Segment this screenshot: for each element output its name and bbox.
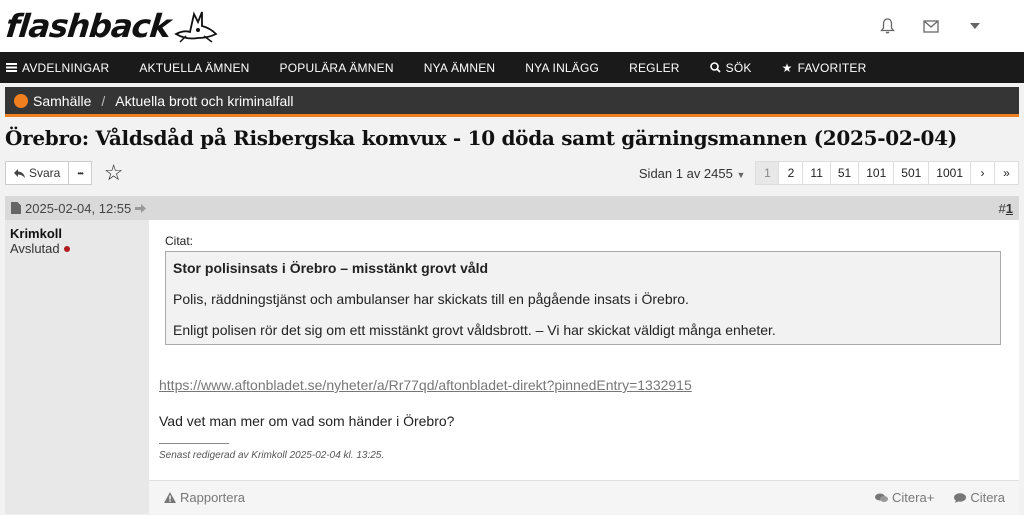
post-document-icon [11, 202, 21, 214]
post-date: 2025-02-04, 12:55 [25, 200, 132, 216]
report-label: Rapportera [180, 490, 246, 505]
nav-label: Populära ämnen [279, 60, 394, 75]
post-number: #1 [999, 201, 1013, 216]
next-page-button[interactable]: › [971, 161, 995, 185]
pagination: Sidan 1 av 2455 ▼ 1 2 11 51 101 501 1001… [639, 161, 1019, 185]
dropdown-caret-icon: ▼ [736, 169, 746, 180]
reply-label: Svara [29, 166, 61, 180]
site-logo[interactable]: flashback [4, 0, 218, 52]
nav-populara-amnen[interactable]: Populära ämnen [265, 52, 409, 83]
user-info-panel: Krimkoll Avslutad [5, 220, 149, 480]
nav-label: Nya inlägg [525, 60, 600, 75]
multi-quote-label: Citera+ [892, 490, 935, 505]
post-number-link[interactable]: 1 [1006, 201, 1013, 216]
notifications-bell-icon[interactable] [878, 17, 896, 35]
top-header: flashback [0, 0, 1024, 52]
logo-mascot-icon [174, 11, 218, 43]
reply-arrow-icon [14, 168, 25, 178]
external-link[interactable]: https://www.aftonbladet.se/nyheter/a/Rr7… [159, 377, 1007, 393]
post: 2025-02-04, 12:55 #1 Krimkoll Avslutad C… [5, 196, 1019, 514]
post-content: Citat: Stor polisinsats i Örebro – misst… [149, 220, 1019, 480]
quote-paragraph: Polis, räddningstjänst och ambulanser ha… [173, 291, 689, 307]
breadcrumb-forum[interactable]: Aktuella brott och kriminalfall [115, 93, 293, 109]
nav-label: Regler [629, 60, 680, 75]
nav-sok[interactable]: Sök [695, 52, 767, 83]
author-name[interactable]: Krimkoll [10, 226, 144, 241]
more-options-button[interactable]: ••• [69, 161, 92, 185]
comment-icon [954, 492, 967, 503]
page-link[interactable]: 1001 [929, 161, 971, 185]
account-dropdown-caret-icon[interactable] [966, 17, 984, 35]
page-link-current[interactable]: 1 [755, 161, 780, 185]
nav-avdelningar[interactable]: Avdelningar [6, 52, 124, 83]
quote-action-label: Citera [970, 490, 1005, 505]
breadcrumb-section[interactable]: Samhälle [33, 93, 91, 109]
quote-button[interactable]: Citera [954, 490, 1005, 505]
nav-label: Nya ämnen [423, 60, 496, 75]
star-icon: ★ [781, 60, 793, 75]
arrow-right-icon [135, 203, 147, 213]
logo-text: flashback [4, 7, 173, 45]
nav-label: Aktuella ämnen [139, 60, 250, 75]
quote-paragraph: Enligt polisen rör det sig om ett misstä… [173, 322, 776, 338]
nav-aktuella-amnen[interactable]: Aktuella ämnen [124, 52, 264, 83]
report-button[interactable]: Rapportera [164, 490, 245, 505]
warning-icon [164, 492, 176, 503]
thread-title: Örebro: Våldsdåd på Risbergska komvux - … [5, 126, 957, 150]
nav-label: Avdelningar [22, 60, 110, 75]
page-jump-dropdown[interactable]: Sidan 1 av 2455 ▼ [639, 166, 746, 181]
nav-nya-amnen[interactable]: Nya ämnen [409, 52, 511, 83]
thread-toolbar: Svara ••• ☆ Sidan 1 av 2455 ▼ 1 2 11 51 … [0, 158, 1024, 188]
divider [159, 443, 229, 444]
page-link[interactable]: 11 [803, 161, 831, 185]
multi-quote-button[interactable]: Citera+ [875, 490, 934, 505]
nav-label: Favoriter [797, 60, 867, 75]
author-status-text: Avslutad [10, 241, 60, 256]
favorite-star-icon[interactable]: ☆ [104, 162, 124, 184]
quote-label: Citat: [165, 234, 194, 248]
search-icon [709, 62, 721, 73]
comments-icon [875, 493, 889, 502]
page-link[interactable]: 51 [830, 161, 860, 185]
post-footer: Rapportera Citera+ Citera [149, 480, 1019, 514]
page-link[interactable]: 101 [859, 161, 895, 185]
messages-envelope-icon[interactable] [922, 17, 940, 35]
menu-icon [6, 63, 17, 72]
edited-note: Senast redigerad av Krimkoll 2025-02-04 … [159, 450, 385, 461]
main-nav: Avdelningar Aktuella ämnen Populära ämne… [0, 52, 1024, 83]
reply-button[interactable]: Svara [5, 161, 70, 185]
nav-nya-inlagg[interactable]: Nya inlägg [510, 52, 614, 83]
page-link[interactable]: 501 [894, 161, 930, 185]
quote-box: Stor polisinsats i Örebro – misstänkt gr… [165, 251, 1001, 345]
section-dot-icon [14, 93, 28, 108]
nav-regler[interactable]: Regler [614, 52, 695, 83]
nav-favoriter[interactable]: ★ Favoriter [767, 52, 882, 83]
user-panel-footer [5, 480, 149, 514]
page-info-text: Sidan 1 av 2455 [638, 165, 733, 181]
page-link[interactable]: 2 [779, 161, 804, 185]
breadcrumb-separator: / [101, 92, 106, 109]
nav-label: Sök [725, 60, 752, 75]
breadcrumb: Samhälle / Aktuella brott och kriminalfa… [5, 87, 1019, 117]
more-options-icon: ••• [77, 168, 83, 178]
offline-status-dot-icon [63, 245, 70, 252]
last-page-button[interactable]: » [995, 161, 1019, 185]
author-status: Avslutad [10, 241, 144, 256]
post-text: Vad vet man mer om vad som händer i Öreb… [159, 413, 455, 429]
post-number-prefix: # [998, 200, 1006, 216]
post-header: 2025-02-04, 12:55 #1 [5, 196, 1019, 220]
quote-title: Stor polisinsats i Örebro – misstänkt gr… [173, 260, 489, 276]
